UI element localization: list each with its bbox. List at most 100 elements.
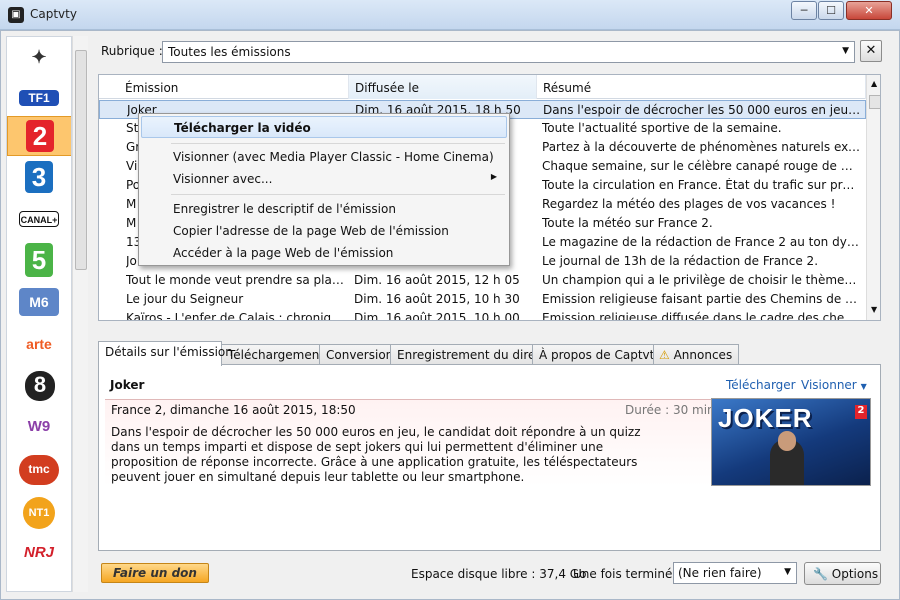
tab-a-propos[interactable]: À propos de Captvty [532,344,661,365]
tab-annonces[interactable]: ⚠ Annonces [653,344,739,365]
disk-space: Espace disque libre : 37,4 Go [411,567,587,581]
channel-nt1[interactable]: NT1 [7,491,71,531]
app-icon: ▣ [8,7,24,23]
channel-nrj12[interactable]: NRJ [7,533,71,573]
thumbnail-title: JOKER [718,403,813,433]
cell-resume: Emission religieuse faisant partie des C… [542,292,860,306]
menu-copy-url[interactable]: Copier l'adresse de la page Web de l'émi… [141,220,507,242]
cell-emission: Le jour du Seigneur [126,292,244,306]
table-row[interactable]: Kaïros - L'enfer de Calais : chroniques D… [99,309,866,321]
warning-icon: ⚠ [659,348,670,362]
cell-resume: Toute la météo sur France 2. [542,216,713,230]
scroll-down-icon[interactable]: ▼ [871,305,877,314]
maximize-button[interactable]: ☐ [818,1,844,20]
wrench-icon: 🔧 [813,567,828,581]
detail-tabs: Détails sur l'émission Téléchargement Co… [98,341,881,366]
download-link[interactable]: Télécharger [726,378,796,392]
minimize-button[interactable]: ─ [791,1,817,20]
column-header-date[interactable]: Diffusée le [349,75,537,99]
tf1-logo: TF1 [19,90,59,106]
menu-watch-with[interactable]: Visionner avec... ▶ [141,168,507,190]
scrollbar-thumb[interactable] [869,95,880,109]
cell-resume: Le magazine de la rédaction de France 2 … [542,235,860,249]
options-label: Options [831,567,879,581]
when-done-select[interactable]: (Ne rien faire) ▼ [673,562,797,584]
show-title: Joker [110,378,145,392]
cell-resume: Toute l'actualité sportive de la semaine… [542,121,782,135]
cell-date: Dim. 16 août 2015, 12 h 05 [354,273,520,287]
scroll-up-icon[interactable]: ▲ [871,79,877,88]
channel-canalplus[interactable]: CANAL+ [7,199,71,239]
context-menu: Télécharger la vidéo Visionner (avec Med… [138,113,510,266]
chevron-down-icon: ▼ [860,382,867,391]
d8-logo: 8 [25,371,55,401]
channel-france2[interactable]: 2 [7,116,71,156]
channel-tmc[interactable]: tmc [7,449,71,489]
channel-tf1[interactable]: TF1 [7,78,71,118]
nrj12-logo: NRJ [19,539,59,567]
menu-download-video[interactable]: Télécharger la vidéo [141,116,507,138]
nt1-logo: NT1 [23,497,55,529]
cell-date: Dim. 16 août 2015, 10 h 00 [354,311,520,321]
france5-logo: 5 [25,243,53,277]
table-row[interactable]: Le jour du Seigneur Dim. 16 août 2015, 10… [99,290,866,309]
table-row[interactable]: Tout le monde veut prendre sa place Dim. … [99,271,866,290]
channel-d8[interactable]: 8 [7,365,71,405]
column-header-emission[interactable]: Émission [119,75,349,99]
cell-resume: Un champion qui a le privilège de choisi… [542,273,860,287]
cell-resume: Dans l'espoir de décrocher les 50 000 eu… [543,103,861,117]
scrollbar-thumb[interactable] [75,50,87,270]
cell-resume: Emission religieuse diffusée dans le cad… [542,311,860,321]
menu-separator [171,194,505,195]
menu-open-web-page[interactable]: Accéder à la page Web de l'émission [141,242,507,264]
france3-logo: 3 [25,161,53,193]
tab-enregistrement[interactable]: Enregistrement du direct [390,344,547,365]
cell-resume: Partez à la découverte de phénomènes nat… [542,140,860,154]
submenu-arrow-icon: ▶ [490,172,497,181]
channel-magic[interactable]: ✦ [7,37,71,77]
grid-header: Émission Diffusée le Résumé [99,75,866,99]
channel-list: ✦ TF1 2 3 CANAL+ 5 M6 arte 8 W9 tmc NT1 … [6,36,72,592]
cell-emission: Tout le monde veut prendre sa place [126,273,344,287]
channel-france3[interactable]: 3 [7,158,71,198]
donate-button[interactable]: Faire un don [101,563,209,583]
magic-wand-icon: ✦ [19,43,59,71]
watch-link[interactable]: Visionner ▼ [801,378,867,392]
rubrique-label: Rubrique : [101,44,163,58]
tab-telechargement[interactable]: Téléchargement [221,344,324,365]
when-done-value: (Ne rien faire) [678,566,762,580]
rubrique-select[interactable]: Toutes les émissions ▼ [162,41,855,63]
tab-conversion[interactable]: Conversion [319,344,393,365]
channel-scrollbar[interactable] [72,36,88,592]
watch-link-label: Visionner [801,378,857,392]
channel-w9[interactable]: W9 [7,407,71,447]
chevron-down-icon: ▼ [842,46,849,56]
france2-logo: 2 [26,120,54,152]
cell-date: Dim. 16 août 2015, 10 h 30 [354,292,520,306]
chevron-down-icon: ▼ [784,567,791,577]
channel-m6[interactable]: M6 [7,282,71,322]
close-icon: ✕ [865,43,877,58]
tab-annonces-label: Annonces [673,348,733,362]
cell-resume: Toute la circulation en France. État du … [542,178,860,192]
when-done-label: Une fois terminé : [573,567,681,581]
rubrique-value: Toutes les émissions [168,45,291,59]
show-thumbnail: JOKER 2 [711,398,871,486]
france2-badge: 2 [855,405,867,419]
column-header-resume[interactable]: Résumé [537,75,866,99]
tab-details[interactable]: Détails sur l'émission [98,341,233,366]
broadcast-info: France 2, dimanche 16 août 2015, 18:50 [111,403,356,417]
cell-resume: Regardez la météo des plages de vos vaca… [542,197,836,211]
presenter-face [778,431,796,451]
close-button[interactable]: ✕ [846,1,892,20]
menu-watch-mpc[interactable]: Visionner (avec Media Player Classic - H… [141,146,507,168]
cell-emission: Kaïros - L'enfer de Calais : chroniques [126,311,344,321]
m6-logo: M6 [19,288,59,316]
description: Dans l'espoir de décrocher les 50 000 eu… [111,425,641,484]
clear-filter-button[interactable]: ✕ [860,40,882,62]
channel-arte[interactable]: arte [7,324,71,364]
menu-save-description[interactable]: Enregistrer le descriptif de l'émission [141,198,507,220]
grid-scrollbar[interactable]: ▲ ▼ [866,75,880,320]
options-button[interactable]: 🔧 Options [804,562,881,585]
channel-france5[interactable]: 5 [7,240,71,280]
